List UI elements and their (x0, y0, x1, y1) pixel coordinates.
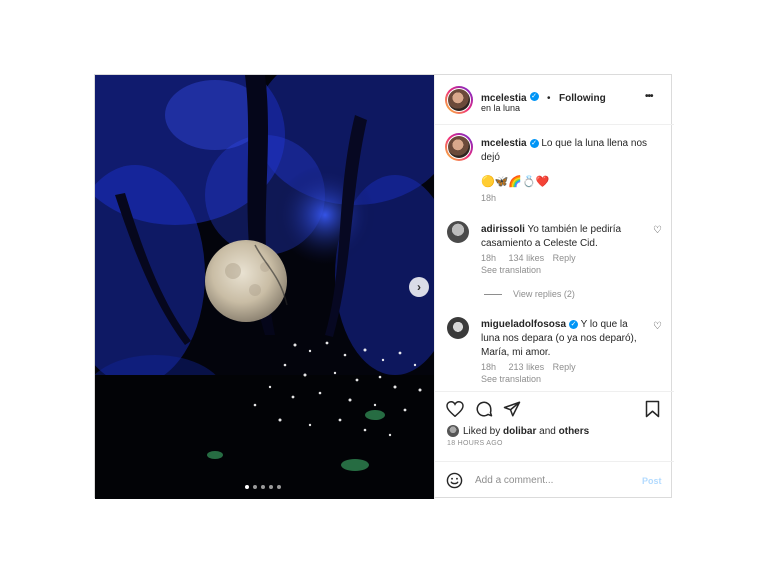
liked-by-user[interactable]: dolibar (503, 426, 536, 437)
verified-badge-icon: ✓ (529, 138, 539, 148)
comment-text-cont2: María, mi amor. (481, 347, 551, 358)
post-timestamp[interactable]: 18 HOURS AGO (447, 440, 503, 447)
carousel-dot (269, 485, 273, 489)
comment-2: migueladolfososa ✓ Y lo que la luna nos d… (481, 318, 651, 360)
comment-username[interactable]: migueladolfososa (481, 319, 566, 330)
comment-1: adirissoli Yo también le pediría casamie… (481, 223, 656, 251)
comment-likes[interactable]: 134 likes (509, 253, 545, 263)
post-image[interactable]: › (95, 75, 434, 499)
caption-emojis: 🟡🦋🌈💍❤️ (481, 176, 550, 188)
liked-by-text: Liked by dolibar and others (463, 426, 589, 437)
see-translation-link[interactable]: See translation (481, 374, 541, 384)
reply-button[interactable]: Reply (553, 253, 576, 263)
caption-text-line1: Lo que la luna llena nos (541, 138, 648, 149)
carousel-dots (245, 485, 281, 489)
liked-by-prefix: Liked by (463, 426, 501, 437)
see-translation-link[interactable]: See translation (481, 265, 541, 275)
night-forest-moon-photo (95, 75, 434, 499)
comment-text: Y lo que la (580, 319, 628, 330)
commenter-avatar[interactable] (447, 317, 469, 339)
carousel-dot (253, 485, 257, 489)
comment-bubble-icon[interactable] (475, 400, 493, 418)
liked-by-others[interactable]: others (559, 426, 590, 437)
comment-like-heart-icon[interactable]: ♡ (653, 225, 662, 236)
post-comment-button[interactable]: Post (642, 476, 662, 486)
post-header: mcelestia ✓ • Following en la luna ••• (435, 75, 674, 125)
divider (435, 461, 674, 462)
comment-meta: 18h 134 likes Reply (481, 253, 576, 263)
caption-timestamp: 18h (481, 193, 497, 203)
divider (435, 391, 674, 392)
like-heart-icon[interactable] (446, 401, 464, 417)
author-avatar[interactable] (445, 86, 473, 114)
caption: mcelestia ✓ Lo que la luna llena nos dejó (481, 137, 666, 165)
comment-like-heart-icon[interactable]: ♡ (653, 321, 662, 332)
post-side-panel: mcelestia ✓ • Following en la luna ••• mc… (434, 75, 674, 499)
emoji-smiley-icon[interactable] (446, 472, 463, 489)
caption-author-avatar[interactable] (445, 133, 473, 161)
comment-text: Yo también le pediría (527, 224, 622, 235)
liker-avatar[interactable] (447, 425, 459, 437)
carousel-dot (261, 485, 265, 489)
add-comment-input[interactable]: Add a comment... (475, 475, 553, 486)
save-bookmark-icon[interactable] (645, 400, 660, 418)
verified-badge-icon: ✓ (529, 92, 539, 102)
share-send-icon[interactable] (503, 400, 521, 418)
separator-dot: • (547, 93, 551, 104)
view-replies-button[interactable]: View replies (2) (513, 289, 575, 299)
verified-badge-icon: ✓ (569, 319, 579, 329)
comment-text-cont: luna nos depara (o ya nos deparó), (481, 333, 637, 344)
comment-username[interactable]: adirissoli (481, 224, 525, 235)
commenter-avatar[interactable] (447, 221, 469, 243)
comment-time: 18h (481, 253, 497, 263)
more-options-icon[interactable]: ••• (645, 91, 653, 102)
comment-text-cont: casamiento a Celeste Cid. (481, 238, 598, 249)
next-slide-button[interactable]: › (409, 277, 429, 297)
comment-likes[interactable]: 213 likes (509, 362, 545, 372)
replies-line (484, 294, 502, 295)
caption-username[interactable]: mcelestia (481, 138, 527, 149)
post-location[interactable]: en la luna (481, 103, 520, 113)
reply-button[interactable]: Reply (553, 362, 576, 372)
carousel-dot (277, 485, 281, 489)
comment-meta: 18h 213 likes Reply (481, 362, 576, 372)
caption-text-line2: dejó (481, 152, 500, 163)
following-button[interactable]: Following (559, 93, 606, 104)
instagram-post: › mcelestia✓ • Following en la luna ••• (94, 74, 674, 499)
comment-time: 18h (481, 362, 497, 372)
liked-by-and: and (539, 426, 556, 437)
carousel-dot (245, 485, 249, 489)
